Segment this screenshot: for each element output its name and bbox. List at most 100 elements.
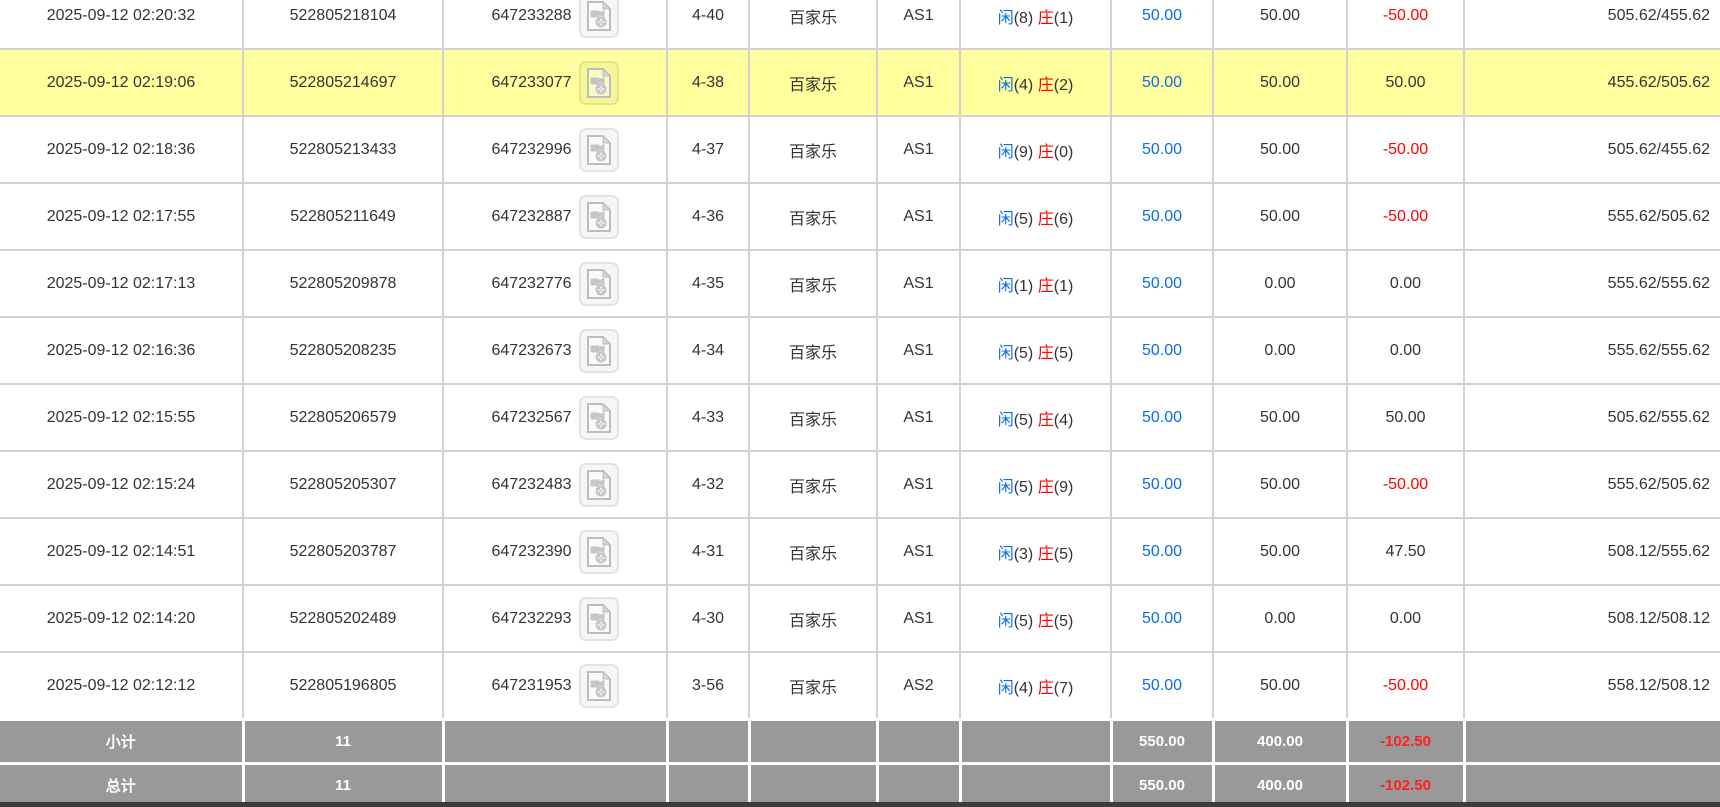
bet-record-row[interactable]: 2025-09-12 02:20:32522805218104647233288… bbox=[0, 0, 1720, 49]
round-cell: 647231953 bbox=[443, 652, 667, 720]
bet-record-row[interactable]: 2025-09-12 02:15:55522805206579647232567… bbox=[0, 384, 1720, 451]
bet-id: 522805208235 bbox=[243, 317, 443, 384]
bet-id: 522805214697 bbox=[243, 49, 443, 116]
bet-record-row[interactable]: 2025-09-12 02:12:12522805196805647231953… bbox=[0, 652, 1720, 720]
player-result-label: 闲 bbox=[998, 680, 1014, 697]
win-loss: -50.00 bbox=[1347, 183, 1464, 250]
win-loss: -50.00 bbox=[1347, 0, 1464, 49]
bet-record-row[interactable]: 2025-09-12 02:17:13522805209878647232776… bbox=[0, 250, 1720, 317]
video-replay-button[interactable] bbox=[579, 128, 619, 172]
win-loss: -50.00 bbox=[1347, 451, 1464, 518]
win-loss: 0.00 bbox=[1347, 317, 1464, 384]
summary-empty-cell bbox=[1464, 764, 1720, 807]
round-id: 647232567 bbox=[491, 409, 571, 426]
player-result-score: (5) bbox=[1014, 479, 1034, 496]
bet-record-row[interactable]: 2025-09-12 02:16:36522805208235 647232673… bbox=[0, 317, 1720, 384]
round-id: 647231953 bbox=[491, 677, 571, 694]
video-replay-button[interactable] bbox=[579, 597, 619, 641]
video-replay-button[interactable] bbox=[579, 664, 619, 708]
bet-amount-link[interactable]: 50.00 bbox=[1111, 652, 1213, 720]
bet-record-row[interactable]: 2025-09-12 02:14:51522805203787647232390… bbox=[0, 518, 1720, 585]
player-result-label: 闲 bbox=[998, 613, 1014, 630]
summary-count: 11 bbox=[243, 720, 443, 764]
table-name: AS1 bbox=[877, 518, 960, 585]
table-name: AS1 bbox=[877, 451, 960, 518]
bet-amount-link[interactable]: 50.00 bbox=[1111, 317, 1213, 384]
player-result-label: 闲 bbox=[998, 144, 1014, 161]
game-name: 百家乐 bbox=[749, 49, 877, 116]
bet-time: 2025-09-12 02:16:36 bbox=[0, 317, 243, 384]
bet-record-row[interactable]: 2025-09-12 02:19:06522805214697647233077… bbox=[0, 49, 1720, 116]
bet-id: 522805218104 bbox=[243, 0, 443, 49]
player-result-label: 闲 bbox=[998, 546, 1014, 563]
balance-before-after: 555.62/505.62 bbox=[1464, 183, 1720, 250]
bet-id: 522805202489 bbox=[243, 585, 443, 652]
bet-amount-link[interactable]: 50.00 bbox=[1111, 585, 1213, 652]
round-cell: 647232887 bbox=[443, 183, 667, 250]
win-loss: -50.00 bbox=[1347, 652, 1464, 720]
round-cell: 647232996 bbox=[443, 116, 667, 183]
player-result-score: (5) bbox=[1014, 211, 1034, 228]
bet-amount-link[interactable]: 50.00 bbox=[1111, 49, 1213, 116]
balance-before-after: 555.62/505.62 bbox=[1464, 451, 1720, 518]
banker-result-label: 庄 bbox=[1038, 144, 1054, 161]
bet-record-row[interactable]: 2025-09-12 02:15:24522805205307647232483… bbox=[0, 451, 1720, 518]
player-result-label: 闲 bbox=[998, 412, 1014, 429]
subtotal-row: 小计11550.00400.00-102.50 bbox=[0, 720, 1720, 764]
video-replay-button[interactable] bbox=[579, 262, 619, 306]
video-replay-button[interactable] bbox=[579, 329, 619, 373]
bet-amount-link[interactable]: 50.00 bbox=[1111, 384, 1213, 451]
bet-record-row[interactable]: 2025-09-12 02:14:20522805202489647232293… bbox=[0, 585, 1720, 652]
game-name: 百家乐 bbox=[749, 183, 877, 250]
table-name: AS1 bbox=[877, 585, 960, 652]
bet-id: 522805206579 bbox=[243, 384, 443, 451]
player-result-score: (1) bbox=[1014, 278, 1034, 295]
bet-amount-link[interactable]: 50.00 bbox=[1111, 116, 1213, 183]
bet-record-row[interactable]: 2025-09-12 02:18:36522805213433647232996… bbox=[0, 116, 1720, 183]
valid-amount: 50.00 bbox=[1213, 652, 1347, 720]
summary-empty-cell bbox=[960, 720, 1111, 764]
video-file-icon bbox=[586, 470, 612, 500]
summary-bet-total: 550.00 bbox=[1111, 764, 1213, 807]
video-replay-button[interactable] bbox=[579, 61, 619, 105]
video-file-icon bbox=[586, 671, 612, 701]
bet-amount-link[interactable]: 50.00 bbox=[1111, 451, 1213, 518]
video-replay-button[interactable] bbox=[579, 0, 619, 38]
summary-count: 11 bbox=[243, 764, 443, 807]
bet-amount-link[interactable]: 50.00 bbox=[1111, 183, 1213, 250]
result-cell: 闲(9) 庄(0) bbox=[960, 116, 1111, 183]
video-replay-button[interactable] bbox=[579, 463, 619, 507]
table-name: AS1 bbox=[877, 116, 960, 183]
valid-amount: 50.00 bbox=[1213, 0, 1347, 49]
summary-empty-cell bbox=[749, 764, 877, 807]
player-result-label: 闲 bbox=[998, 77, 1014, 94]
bet-time: 2025-09-12 02:17:13 bbox=[0, 250, 243, 317]
game-name: 百家乐 bbox=[749, 0, 877, 49]
video-replay-button[interactable] bbox=[579, 396, 619, 440]
banker-result-label: 庄 bbox=[1038, 278, 1054, 295]
bet-time: 2025-09-12 02:20:32 bbox=[0, 0, 243, 49]
bet-amount-link[interactable]: 50.00 bbox=[1111, 518, 1213, 585]
player-result-label: 闲 bbox=[998, 10, 1014, 27]
bet-amount-link[interactable]: 50.00 bbox=[1111, 0, 1213, 49]
round-id: 647232673 bbox=[491, 342, 571, 359]
bet-id: 522805205307 bbox=[243, 451, 443, 518]
player-result-label: 闲 bbox=[998, 278, 1014, 295]
balance-before-after: 508.12/555.62 bbox=[1464, 518, 1720, 585]
bet-time: 2025-09-12 02:18:36 bbox=[0, 116, 243, 183]
valid-amount: 50.00 bbox=[1213, 49, 1347, 116]
banker-result-score: (1) bbox=[1054, 10, 1074, 27]
game-name: 百家乐 bbox=[749, 384, 877, 451]
banker-result-label: 庄 bbox=[1038, 546, 1054, 563]
video-replay-button[interactable] bbox=[579, 530, 619, 574]
bet-amount-link[interactable]: 50.00 bbox=[1111, 250, 1213, 317]
bet-record-row[interactable]: 2025-09-12 02:17:55522805211649647232887… bbox=[0, 183, 1720, 250]
game-name: 百家乐 bbox=[749, 652, 877, 720]
valid-amount: 50.00 bbox=[1213, 384, 1347, 451]
bottom-edge-bar bbox=[0, 802, 1720, 807]
banker-result-score: (5) bbox=[1054, 613, 1074, 630]
banker-result-score: (6) bbox=[1054, 211, 1074, 228]
balance-before-after: 455.62/505.62 bbox=[1464, 49, 1720, 116]
balance-before-after: 505.62/455.62 bbox=[1464, 116, 1720, 183]
video-replay-button[interactable] bbox=[579, 195, 619, 239]
